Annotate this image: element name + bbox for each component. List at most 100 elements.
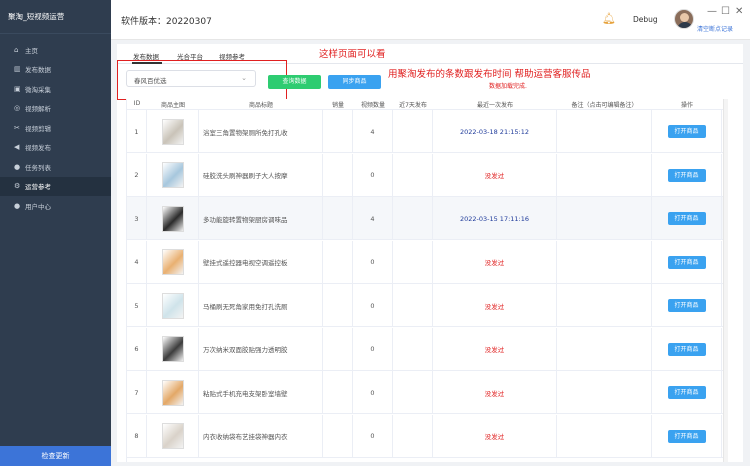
clear-breakpoint-link[interactable]: 清空断点记录 <box>697 24 733 33</box>
sales-count <box>323 153 353 197</box>
sidebar: 聚淘_短视频运营 ⌂ 主页 ▥ 发布数据 ▣ 微淘采集 ◎ 视频解析 ✂ 视频剪辑 ◀ 视频发布 ● 任务… <box>0 0 111 466</box>
sidebar-item-label: 视频发布 <box>25 144 51 153</box>
sales-count <box>323 371 353 414</box>
recent-7day-count <box>393 327 433 371</box>
sidebar-item[interactable]: ✂ 视频剪辑 <box>0 118 111 138</box>
remark-cell[interactable] <box>557 414 652 458</box>
remark-cell[interactable] <box>557 197 652 240</box>
bell-icon[interactable]: 🔔︎ <box>602 12 616 25</box>
action-cell: 打开商品 <box>652 327 722 371</box>
column-header: 商品标题 <box>248 102 273 109</box>
open-product-button[interactable]: 打开商品 <box>667 299 706 312</box>
open-product-button[interactable]: 打开商品 <box>667 342 706 356</box>
row-id: 8 <box>127 414 147 458</box>
column-header: 销量 <box>331 102 344 109</box>
sidebar-item[interactable]: ▥ 发布数据 <box>0 60 111 80</box>
load-status: 数据加载完成. <box>489 83 527 90</box>
open-product-button[interactable]: 打开商品 <box>667 386 706 399</box>
last-publish-time: 2022-03-15 17:11:16 <box>459 214 530 223</box>
query-data-button[interactable]: 查询数据 <box>268 75 321 89</box>
sidebar-item[interactable]: ◎ 视频解析 <box>0 99 111 119</box>
action-cell: 打开商品 <box>652 197 722 240</box>
product-title: 马桶刷无死角家用免打孔洗厕 <box>199 284 323 327</box>
remark-cell[interactable] <box>557 110 652 153</box>
send-icon: ◀ <box>14 143 20 152</box>
last-publish-time: 没发过 <box>484 389 505 398</box>
remark-cell[interactable] <box>557 153 652 197</box>
check-update-button[interactable]: 检查更新 <box>0 446 111 466</box>
product-title: 万次纳米双面胶贴强力透明胶 <box>199 327 323 371</box>
video-count: 0 <box>353 371 393 414</box>
column-header: 操作 <box>680 102 693 109</box>
sidebar-item[interactable]: ● 任务列表 <box>0 157 111 177</box>
product-image[interactable] <box>161 423 184 449</box>
open-product-button[interactable]: 打开商品 <box>667 168 706 182</box>
main-panel: 发布数据 光合平台 视频参考 这样页面可以看 用聚淘发布的条数跟发布时间 帮助运… <box>117 44 743 462</box>
sidebar-item[interactable]: ⌂ 主页 <box>0 40 111 60</box>
last-publish-cell: 没发过 <box>433 153 557 197</box>
debug-button[interactable]: Debug <box>633 15 658 24</box>
column-header: 备注（点击可编辑备注） <box>571 102 638 109</box>
row-id: 1 <box>127 110 147 153</box>
sidebar-item-label: 主页 <box>25 46 38 55</box>
action-cell: 打开商品 <box>652 284 722 327</box>
product-table: ID 商品主图 商品标题 销量 视频数量 近7天发布 最近一次发布 备注（点击可编辑备注） 操作… <box>126 99 728 462</box>
gear-icon: ⚙ <box>14 182 21 191</box>
sales-count <box>323 240 353 284</box>
product-image[interactable] <box>161 379 184 406</box>
remark-cell[interactable] <box>557 240 652 284</box>
action-cell: 打开商品 <box>652 414 722 458</box>
product-image[interactable] <box>161 336 184 362</box>
last-publish-time: 没发过 <box>484 172 505 180</box>
recent-7day-count <box>393 110 433 153</box>
close-icon[interactable]: ✕ <box>735 6 743 17</box>
action-cell: 打开商品 <box>652 371 722 414</box>
product-image[interactable] <box>161 118 184 145</box>
last-publish-cell: 没发过 <box>433 240 557 284</box>
last-publish-cell: 没发过 <box>433 284 557 327</box>
sync-products-button[interactable]: 同步商品 <box>328 75 381 89</box>
table-row: 1 浴室三角置物架厕所免打孔收 4 2022-03-18 21:15:12 打开商品 <box>127 110 728 153</box>
last-publish-cell: 2022-03-15 17:11:16 <box>433 197 557 240</box>
sidebar-item[interactable]: ⚙ 运营参考 <box>0 176 111 196</box>
open-product-button[interactable]: 打开商品 <box>667 255 706 269</box>
remark-cell[interactable] <box>557 327 652 371</box>
maximize-icon[interactable]: ☐ <box>721 6 730 17</box>
sidebar-item-label: 发布数据 <box>25 66 51 75</box>
product-image[interactable] <box>161 205 184 232</box>
open-product-button[interactable]: 打开商品 <box>667 212 706 225</box>
product-image[interactable] <box>161 162 184 188</box>
bar-chart-icon: ▥ <box>14 65 21 74</box>
minimize-icon[interactable]: — <box>707 6 717 17</box>
sidebar-item[interactable]: ◀ 视频发布 <box>0 138 111 158</box>
table-row: 5 马桶刷无死角家用免打孔洗厕 0 没发过 打开商品 <box>127 284 728 327</box>
video-parse-icon: ◎ <box>14 104 21 113</box>
sidebar-item[interactable]: ▣ 微淘采集 <box>0 79 111 99</box>
avatar[interactable] <box>674 9 694 29</box>
column-header: 商品主图 <box>160 102 185 109</box>
sidebar-item-label: 视频解析 <box>25 105 51 114</box>
remark-cell[interactable] <box>557 284 652 327</box>
product-image-cell <box>147 284 199 327</box>
product-image-cell <box>147 153 199 197</box>
sidebar-item[interactable]: ● 用户中心 <box>0 196 111 216</box>
open-product-button[interactable]: 打开商品 <box>667 125 706 138</box>
sidebar-item-label: 微淘采集 <box>25 85 51 94</box>
shop-select[interactable]: 春风百优选 ⌄ <box>126 70 256 87</box>
sales-count <box>323 414 353 458</box>
product-title: 硅胶洗头刷神器刷子大人按摩 <box>199 153 323 197</box>
product-image[interactable] <box>161 249 184 275</box>
scrollbar[interactable] <box>723 99 728 462</box>
last-publish-time: 2022-03-18 21:15:12 <box>459 127 530 136</box>
chevron-down-icon: ⌄ <box>241 74 247 82</box>
remark-cell[interactable] <box>557 371 652 414</box>
open-product-button[interactable]: 打开商品 <box>667 429 706 443</box>
product-image[interactable] <box>161 292 184 319</box>
home-icon: ⌂ <box>14 45 19 54</box>
action-cell: 打开商品 <box>652 110 722 153</box>
shop-select-value: 春风百优选 <box>134 77 167 85</box>
video-count: 0 <box>353 414 393 458</box>
row-id: 7 <box>127 371 147 414</box>
app-title: 聚淘_短视频运营 <box>0 0 111 34</box>
table-row: 6 万次纳米双面胶贴强力透明胶 0 没发过 打开商品 <box>127 327 728 371</box>
